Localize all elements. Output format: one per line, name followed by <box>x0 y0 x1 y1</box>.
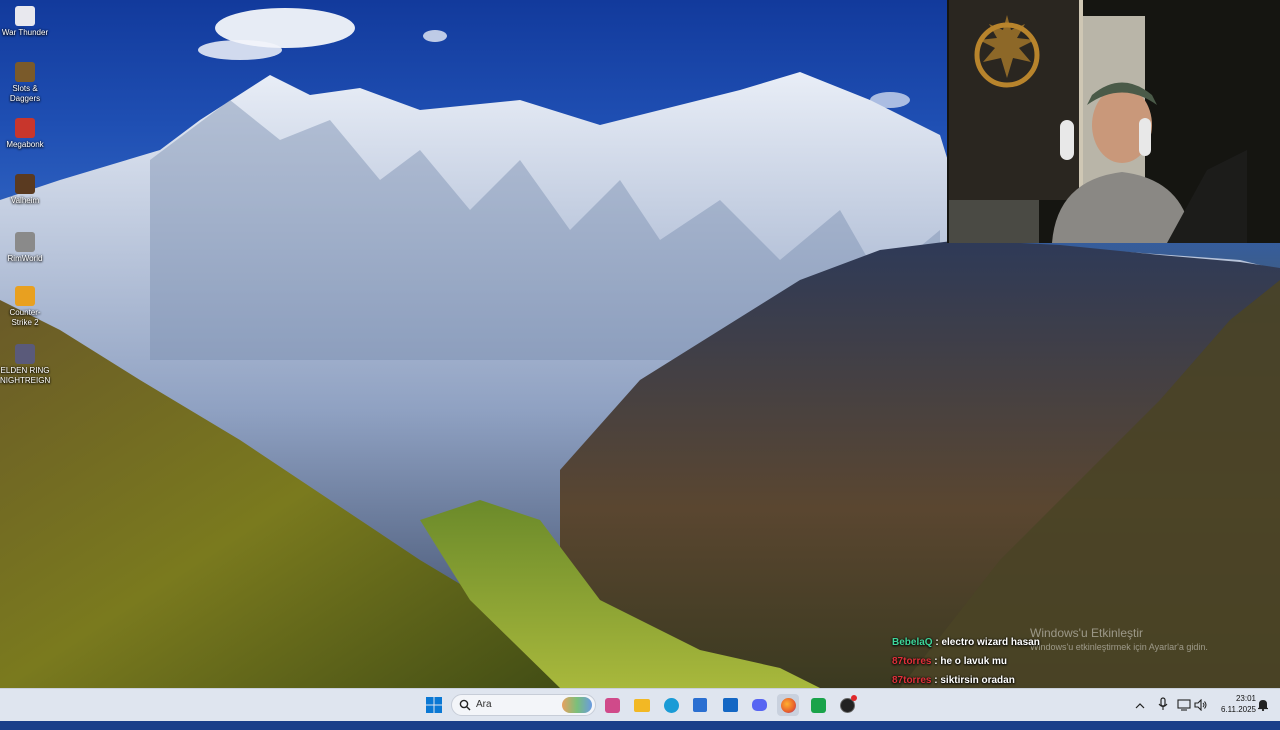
taskbar-app-obs[interactable] <box>836 694 858 716</box>
webcam-feed <box>947 0 1280 243</box>
taskbar-clock[interactable]: 23:01 6.11.2025 <box>1210 693 1256 715</box>
desktop-shortcut-label: War Thunder <box>1 28 49 37</box>
clock-time: 23:01 <box>1235 694 1256 703</box>
microphone-icon <box>1158 697 1168 710</box>
taskbar-app-discord[interactable] <box>748 694 770 716</box>
tray-notifications[interactable] <box>1257 698 1269 730</box>
desktop-shortcut-rimworld[interactable]: RimWorld <box>0 230 50 264</box>
network-icon <box>1177 699 1191 711</box>
desktop-shortcut-counter-strike[interactable]: Counter-Strike 2 <box>0 284 50 328</box>
edge-icon <box>663 697 679 713</box>
desktop-shortcut-label: Valheim <box>10 196 40 205</box>
chevron-up-icon <box>1135 703 1145 709</box>
desktop-shortcut-valheim[interactable]: Valheim <box>0 172 50 206</box>
taskbar-app-edge[interactable] <box>660 694 682 716</box>
taskbar-app-widgets[interactable] <box>601 694 623 716</box>
desktop-shortcut-label: RimWorld <box>7 254 43 263</box>
chat-username: 87torres <box>892 656 932 667</box>
webcam-overlay <box>947 0 1280 243</box>
tray-microphone[interactable] <box>1158 697 1168 729</box>
tray-volume[interactable] <box>1194 698 1208 730</box>
chat-username: BebelaQ <box>892 637 933 648</box>
taskbar: Ara 23:01 6.11.2025 <box>0 688 1280 721</box>
elden-ring-icon <box>15 344 35 364</box>
xbox-icon <box>810 697 826 713</box>
desktop-shortcut-slots-daggers[interactable]: Slots & Daggers <box>0 60 50 104</box>
taskbar-app-firefox[interactable] <box>777 694 799 716</box>
clock-date: 6.11.2025 <box>1221 705 1256 714</box>
chat-text: siktirsin oradan <box>940 675 1015 686</box>
desktop-shortcut-elden-ring-nightreign[interactable]: ELDEN RING NIGHTREIGN <box>0 342 50 386</box>
file-explorer-icon <box>634 698 650 712</box>
discord-icon <box>751 699 767 711</box>
recording-indicator-icon <box>851 695 857 701</box>
tray-network[interactable] <box>1177 698 1191 730</box>
windows-start-icon <box>426 697 442 713</box>
search-placeholder: Ara <box>476 699 492 710</box>
desktop-shortcut-war-thunder[interactable]: War Thunder <box>0 4 50 38</box>
taskbar-app-outlook[interactable] <box>719 694 741 716</box>
speaker-icon <box>1194 698 1207 712</box>
war-thunder-icon <box>15 6 35 26</box>
megabonk-icon <box>15 118 35 138</box>
outlook-icon <box>722 698 738 712</box>
valheim-icon <box>15 174 35 194</box>
desktop-shortcut-label: Megabonk <box>6 140 44 149</box>
search-highlight-icon <box>562 697 592 713</box>
chat-text: he o lavuk mu <box>940 656 1008 667</box>
desktop-shortcut-megabonk[interactable]: Megabonk <box>0 116 50 150</box>
search-icon <box>459 699 471 711</box>
taskbar-app-file-explorer[interactable] <box>631 694 653 716</box>
tray-overflow-chevron[interactable] <box>1135 698 1145 730</box>
taskbar-app-store[interactable] <box>689 694 711 716</box>
store-icon <box>693 698 707 712</box>
chat-message: BebelaQ : electro wizard hasan <box>892 636 1272 655</box>
taskbar-app-xbox[interactable] <box>807 694 829 716</box>
widgets-icon <box>604 697 620 713</box>
notification-bell-icon <box>1258 700 1268 712</box>
slots-daggers-icon <box>15 62 35 82</box>
start-button[interactable] <box>423 694 445 716</box>
taskbar-search-box[interactable]: Ara <box>451 694 596 716</box>
firefox-icon <box>780 697 796 713</box>
stream-chat-overlay: BebelaQ : electro wizard hasan 87torres … <box>892 636 1272 693</box>
desktop-shortcut-label: ELDEN RING NIGHTREIGN <box>0 366 51 385</box>
desktop-shortcut-label: Counter-Strike 2 <box>9 308 41 327</box>
counter-strike-icon <box>15 286 35 306</box>
rimworld-icon <box>15 232 35 252</box>
chat-text: electro wizard hasan <box>941 637 1040 648</box>
desktop-shortcut-label: Slots & Daggers <box>9 84 41 103</box>
chat-message: 87torres : he o lavuk mu <box>892 655 1272 674</box>
chat-username: 87torres <box>892 675 932 686</box>
